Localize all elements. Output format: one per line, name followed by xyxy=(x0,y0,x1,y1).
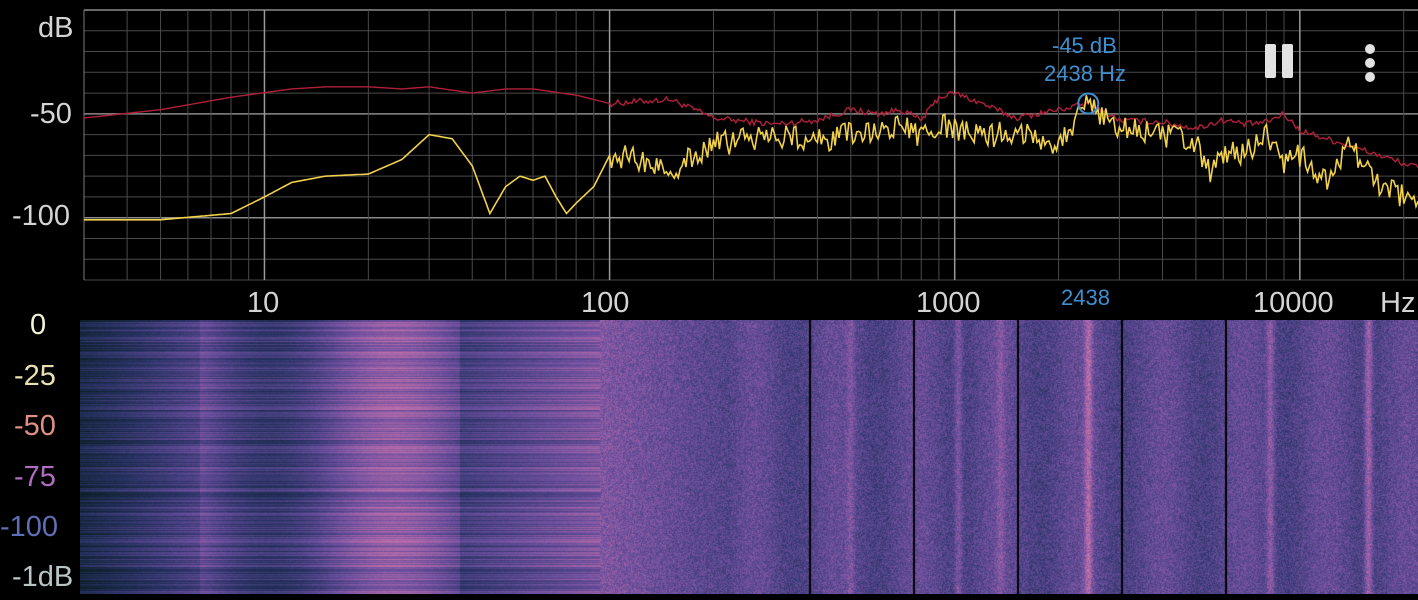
pause-icon xyxy=(1265,44,1276,78)
pause-icon-bar xyxy=(1282,44,1293,78)
x-tick-label: 1000 xyxy=(916,287,981,319)
x-tick-label: 10 xyxy=(247,287,279,319)
spectrogram-scale-label: -50 xyxy=(14,410,56,442)
spectrogram-scale-label: -75 xyxy=(14,461,56,493)
spectrogram-canvas xyxy=(80,320,1418,594)
spectrogram[interactable] xyxy=(80,320,1418,594)
pause-button[interactable] xyxy=(1262,44,1296,78)
spectrogram-scale-label: -100 xyxy=(0,511,59,543)
peak-frequency-axis-label: 2438 xyxy=(1061,285,1110,310)
peak-hz-label: 2438 Hz xyxy=(1044,61,1126,86)
plot-grid xyxy=(83,9,1418,281)
y-axis-unit: dB xyxy=(38,12,73,44)
more-vert-icon[interactable] xyxy=(1358,42,1382,84)
x-tick-label: 10000 xyxy=(1253,287,1334,319)
x-tick-label: 100 xyxy=(581,287,629,319)
plot-curves xyxy=(83,86,1418,221)
spectrum-analyzer-app: dB -50 -100 10 100 1000 10000 Hz 2438 -4… xyxy=(0,0,1418,600)
spectrogram-scale-label: 0 xyxy=(30,309,47,341)
peak-db-label: -45 dB xyxy=(1052,33,1117,58)
x-axis-unit: Hz xyxy=(1380,287,1415,319)
y-tick-label: -100 xyxy=(12,200,70,232)
spectrogram-scale-label: -1dB xyxy=(12,561,74,593)
spectrum-plot[interactable]: dB -50 -100 10 100 1000 10000 Hz 2438 -4… xyxy=(0,0,1418,320)
y-tick-label: -50 xyxy=(30,98,72,130)
spectrogram-scale-label: -25 xyxy=(14,360,56,392)
